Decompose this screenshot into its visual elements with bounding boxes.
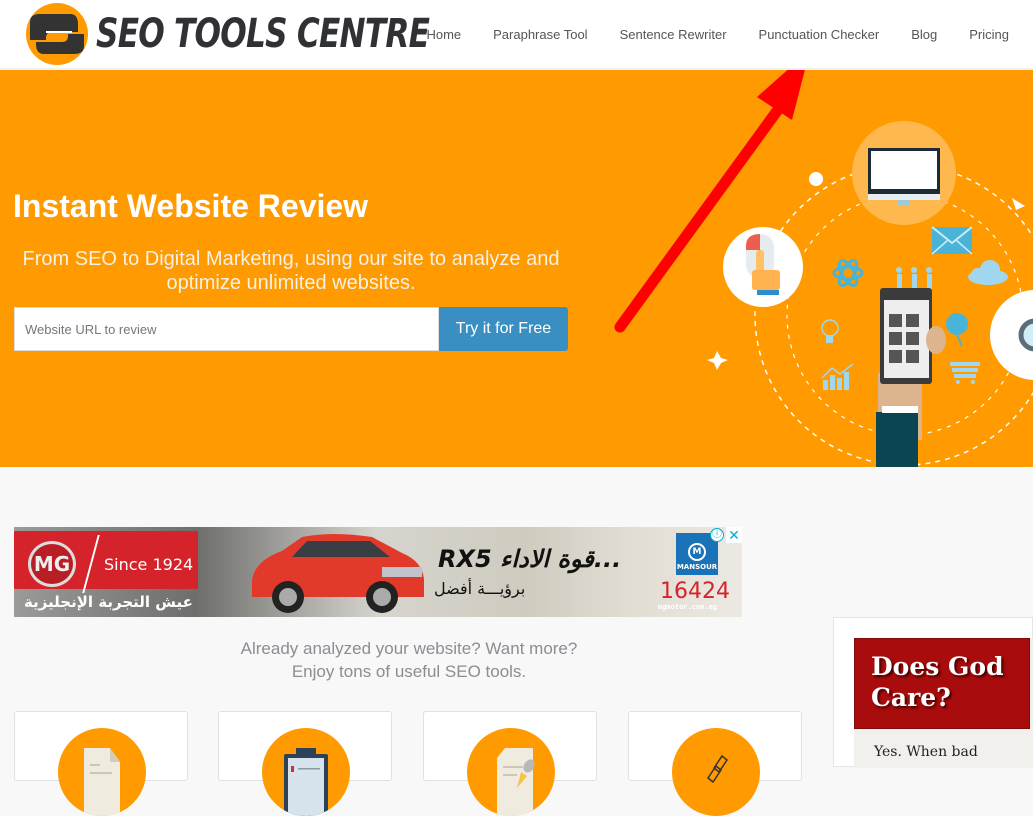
nav-punctuation-checker[interactable]: Punctuation Checker [759,27,880,42]
sidebar-ad-header: Does God Care? [854,638,1030,729]
chart-icon [821,363,854,390]
search-magnifier-icon [990,290,1033,380]
ad-divider [82,535,100,593]
tool-card[interactable] [423,711,597,816]
site-header: SEO TOOLS CENTRE Home Paraphrase Tool Se… [0,0,1033,70]
monitor-icon [852,121,956,225]
people-icon [896,267,932,289]
ad-close-icon[interactable]: ✕ [726,527,742,543]
tool-card[interactable] [14,711,188,816]
promo-line-1: Already analyzed your website? Want more… [240,639,578,658]
promo-line-2: Enjoy tons of useful SEO tools. [291,662,527,681]
email-icon [931,226,973,255]
ad-brand-panel: MG Since 1924 [14,531,198,593]
website-url-input[interactable] [14,307,439,351]
nav-blog[interactable]: Blog [911,27,937,42]
mouse-click-icon [723,227,803,307]
sidebar: Does God Care? Yes. When bad [833,617,1033,768]
logo-mark-icon [26,3,88,65]
orbit-arrow-icon [1012,198,1025,210]
sidebar-ad-title: Does God Care? [871,652,1004,712]
site-logo[interactable]: SEO TOOLS CENTRE [24,2,430,66]
clipboard-icon [284,748,328,816]
logo-text: SEO TOOLS CENTRE [96,11,430,57]
ad-website: mgmotor.com.eg [658,603,718,611]
link-icon [706,754,729,784]
shopping-cart-icon [950,362,980,384]
ad-slogan: عيش التجربة الإنجليزية [24,593,193,611]
nav-pricing[interactable]: Pricing [969,27,1009,42]
atom-icon [832,259,864,287]
sidebar-ad[interactable]: Does God Care? Yes. When bad [854,638,1033,768]
tools-promo: Already analyzed your website? Want more… [14,637,804,683]
ad-dealer-name: MANSOUR [676,563,718,571]
main-nav: Home Paraphrase Tool Sentence Rewriter P… [394,27,1009,42]
cloud-icon [968,260,1008,285]
try-it-free-button[interactable]: Try it for Free [439,307,568,351]
nav-home[interactable]: Home [426,27,461,42]
document-edit-icon [497,748,535,816]
tool-card[interactable] [628,711,802,816]
sparkle-icon [707,351,728,370]
nav-paraphrase-tool[interactable]: Paraphrase Tool [493,27,587,42]
ad-tagline: برؤيـــة أفضل [434,579,526,598]
orbit-dot [809,172,823,186]
ad-model-text: RX5 قوة الاداء... [438,545,622,573]
nav-sentence-rewriter[interactable]: Sentence Rewriter [620,27,727,42]
smartphone-icon [876,288,946,467]
ad-since-text: Since 1924 [104,555,194,574]
map-pin-icon [946,313,968,347]
lightbulb-icon [821,319,839,343]
tool-card[interactable] [218,711,392,816]
ad-phone-number: 16424 [660,579,730,604]
hero-subtitle: From SEO to Digital Marketing, using our… [22,248,560,294]
hero-title: Instant Website Review [13,188,369,224]
mg-logo-icon: MG [28,541,76,587]
ad-info-icon[interactable]: ⓘ [710,528,724,542]
sidebar-ad-body: Yes. When bad [874,744,978,760]
hero-section: Instant Website Review From SEO to Digit… [0,70,1033,467]
car-ad-banner[interactable]: MG Since 1924 عيش التجربة الإنجليزية RX5… [14,527,742,617]
car-image-icon [252,534,424,613]
document-icon [84,748,120,816]
digital-marketing-illustration [707,121,1033,467]
